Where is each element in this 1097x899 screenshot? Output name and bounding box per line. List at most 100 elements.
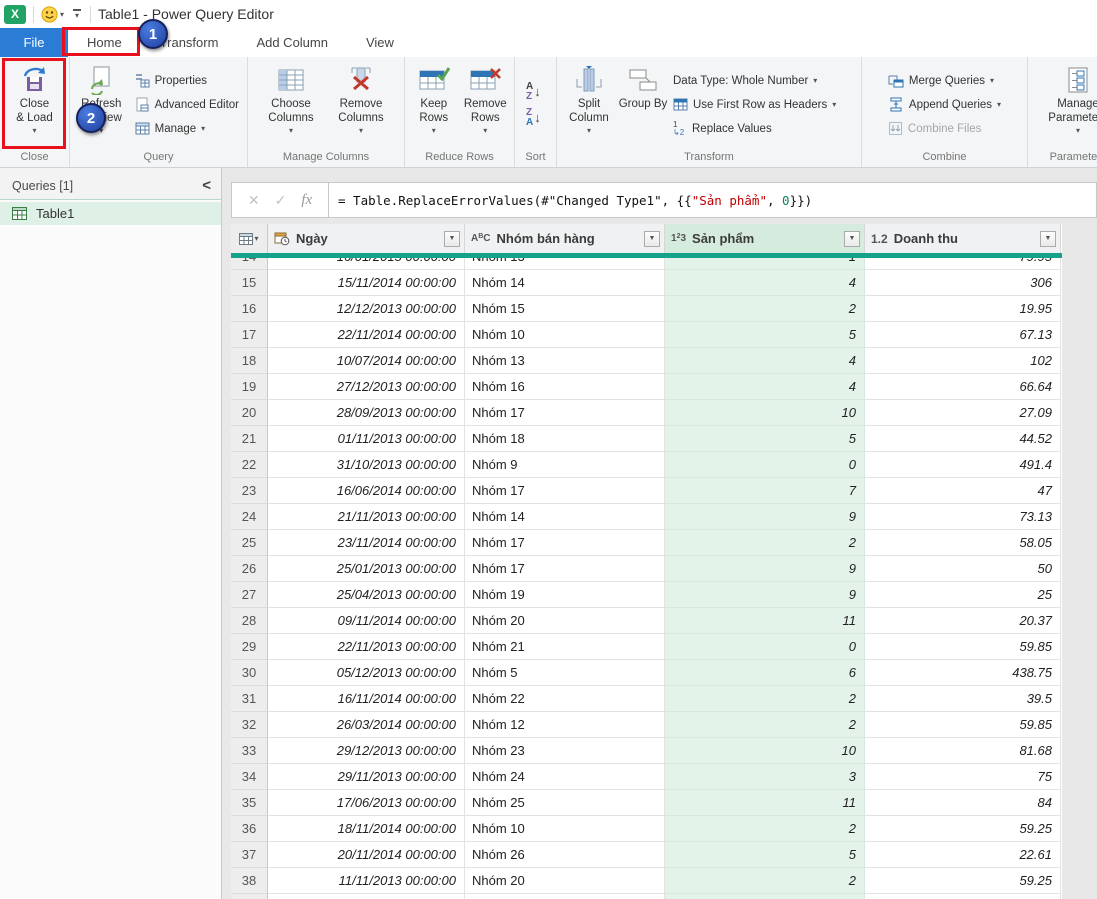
date-cell[interactable]: 27/12/2013 00:00:00 — [268, 374, 465, 400]
revenue-cell[interactable]: 102 — [865, 348, 1061, 374]
column-header-decimal[interactable]: 1.2Doanh thu▼ — [865, 224, 1061, 253]
product-cell[interactable]: 5 — [665, 322, 865, 348]
product-cell[interactable]: 0 — [665, 452, 865, 478]
fx-icon[interactable]: fx — [301, 192, 312, 209]
revenue-cell[interactable]: 58.05 — [865, 530, 1061, 556]
revenue-cell[interactable]: 44.52 — [865, 426, 1061, 452]
group-cell[interactable]: Nhóm 24 — [465, 764, 665, 790]
product-cell[interactable]: 9 — [665, 504, 865, 530]
remove-columns-button[interactable]: Remove Columns ▾ — [328, 60, 394, 149]
group-cell[interactable]: Nhóm 17 — [465, 400, 665, 426]
column-header-text[interactable]: ABCNhóm bán hàng▼ — [465, 224, 665, 253]
data-type-button[interactable]: Data Type: Whole Number ▾ — [668, 69, 841, 93]
row-number-cell[interactable]: 25 — [231, 530, 268, 556]
group-cell[interactable]: Nhóm 20 — [465, 868, 665, 894]
revenue-cell[interactable]: 66.64 — [865, 374, 1061, 400]
row-number-cell[interactable]: 22 — [231, 452, 268, 478]
date-cell[interactable]: 18/11/2014 00:00:00 — [268, 816, 465, 842]
date-cell[interactable]: 01/11/2013 00:00:00 — [268, 426, 465, 452]
filter-button[interactable]: ▼ — [844, 231, 860, 247]
group-cell[interactable]: Nhóm 21 — [465, 634, 665, 660]
filter-button[interactable]: ▼ — [644, 231, 660, 247]
commit-formula-icon[interactable]: ✓ — [275, 192, 287, 209]
date-cell[interactable]: 25/01/2013 00:00:00 — [268, 556, 465, 582]
date-cell[interactable]: 25/04/2013 00:00:00 — [268, 582, 465, 608]
product-cell[interactable]: 3 — [665, 764, 865, 790]
group-cell[interactable]: Nhóm 20 — [465, 608, 665, 634]
revenue-cell[interactable]: 84 — [865, 790, 1061, 816]
properties-button[interactable]: Properties — [130, 69, 244, 93]
product-cell[interactable]: 10 — [665, 738, 865, 764]
group-cell[interactable]: Nhóm 13 — [465, 258, 665, 270]
revenue-cell[interactable]: 81.68 — [865, 738, 1061, 764]
revenue-cell[interactable]: 50 — [865, 556, 1061, 582]
table-corner-menu-button[interactable]: ▾ — [231, 224, 268, 253]
date-cell[interactable]: 31/10/2013 00:00:00 — [268, 452, 465, 478]
date-cell[interactable]: 21/11/2013 00:00:00 — [268, 504, 465, 530]
date-cell[interactable]: 16/01/2015 00:00:00 — [268, 258, 465, 270]
row-number-cell[interactable]: 21 — [231, 426, 268, 452]
tab-file[interactable]: File — [0, 28, 68, 57]
product-cell[interactable]: 2 — [665, 868, 865, 894]
date-cell[interactable]: 22/11/2014 00:00:00 — [268, 322, 465, 348]
collapse-pane-icon[interactable]: < — [202, 177, 211, 194]
group-cell[interactable]: Nhóm 25 — [465, 790, 665, 816]
use-first-row-button[interactable]: Use First Row as Headers ▾ — [668, 93, 841, 117]
product-cell[interactable]: 9 — [665, 556, 865, 582]
product-cell[interactable]: 11 — [665, 608, 865, 634]
product-cell[interactable]: 1 — [665, 258, 865, 270]
revenue-cell[interactable]: 20.37 — [865, 608, 1061, 634]
customize-toolbar-button[interactable]: ▾ — [71, 9, 83, 20]
remove-rows-button[interactable]: Remove Rows ▾ — [460, 60, 512, 149]
revenue-cell[interactable]: 59.25 — [865, 868, 1061, 894]
date-cell[interactable]: 26/03/2014 00:00:00 — [268, 712, 465, 738]
row-number-cell[interactable]: 19 — [231, 374, 268, 400]
date-cell[interactable]: 20/11/2014 00:00:00 — [268, 842, 465, 868]
row-number-cell[interactable]: 36 — [231, 816, 268, 842]
column-header-number[interactable]: 123Sản phẩm▼ — [665, 224, 865, 253]
tab-view[interactable]: View — [347, 28, 413, 57]
revenue-cell[interactable]: 59.25 — [865, 816, 1061, 842]
row-number-cell[interactable]: 15 — [231, 270, 268, 296]
filter-button[interactable]: ▼ — [444, 231, 460, 247]
row-number-cell[interactable]: 23 — [231, 478, 268, 504]
row-number-cell[interactable]: 35 — [231, 790, 268, 816]
revenue-cell[interactable]: 19.95 — [865, 296, 1061, 322]
tab-home[interactable]: Home — [68, 28, 141, 57]
row-number-cell[interactable]: 33 — [231, 738, 268, 764]
group-cell[interactable]: Nhóm 16 — [465, 374, 665, 400]
date-cell[interactable]: 16/06/2014 00:00:00 — [268, 478, 465, 504]
product-cell[interactable]: 0 — [665, 634, 865, 660]
row-number-cell[interactable]: 30 — [231, 660, 268, 686]
product-cell[interactable]: 4 — [665, 348, 865, 374]
product-cell[interactable]: 10 — [665, 400, 865, 426]
formula-input[interactable]: = Table.ReplaceErrorValues(#"Changed Typ… — [329, 182, 1097, 218]
row-number-cell[interactable]: 18 — [231, 348, 268, 374]
group-cell[interactable]: Nhóm 18 — [465, 426, 665, 452]
product-cell[interactable]: 4 — [665, 374, 865, 400]
revenue-cell[interactable] — [865, 894, 1061, 899]
row-number-cell[interactable]: 27 — [231, 582, 268, 608]
date-cell[interactable]: 23/11/2014 00:00:00 — [268, 530, 465, 556]
manage-parameters-button[interactable]: Manage Parameters ▾ — [1039, 60, 1097, 149]
group-cell[interactable]: Nhóm 13 — [465, 348, 665, 374]
group-cell[interactable]: Nhóm 10 — [465, 322, 665, 348]
group-cell[interactable]: Nhóm 5 — [465, 660, 665, 686]
product-cell[interactable]: 5 — [665, 426, 865, 452]
date-cell[interactable]: 09/11/2014 00:00:00 — [268, 608, 465, 634]
filter-button[interactable]: ▼ — [1040, 231, 1056, 247]
row-number-cell[interactable]: 14 — [231, 258, 268, 270]
date-cell[interactable]: 29/12/2013 00:00:00 — [268, 738, 465, 764]
revenue-cell[interactable]: 79.95 — [865, 258, 1061, 270]
group-cell[interactable]: Nhóm 17 — [465, 478, 665, 504]
product-cell[interactable]: 2 — [665, 296, 865, 322]
revenue-cell[interactable]: 491.4 — [865, 452, 1061, 478]
date-cell[interactable]: 29/11/2013 00:00:00 — [268, 764, 465, 790]
group-cell[interactable]: Nhóm 10 — [465, 816, 665, 842]
row-number-cell[interactable]: 31 — [231, 686, 268, 712]
revenue-cell[interactable]: 59.85 — [865, 634, 1061, 660]
date-cell[interactable]: 12/12/2013 00:00:00 — [268, 296, 465, 322]
cancel-formula-icon[interactable]: ✕ — [248, 192, 260, 209]
product-cell[interactable]: 2 — [665, 712, 865, 738]
date-cell[interactable]: 15/11/2014 00:00:00 — [268, 270, 465, 296]
